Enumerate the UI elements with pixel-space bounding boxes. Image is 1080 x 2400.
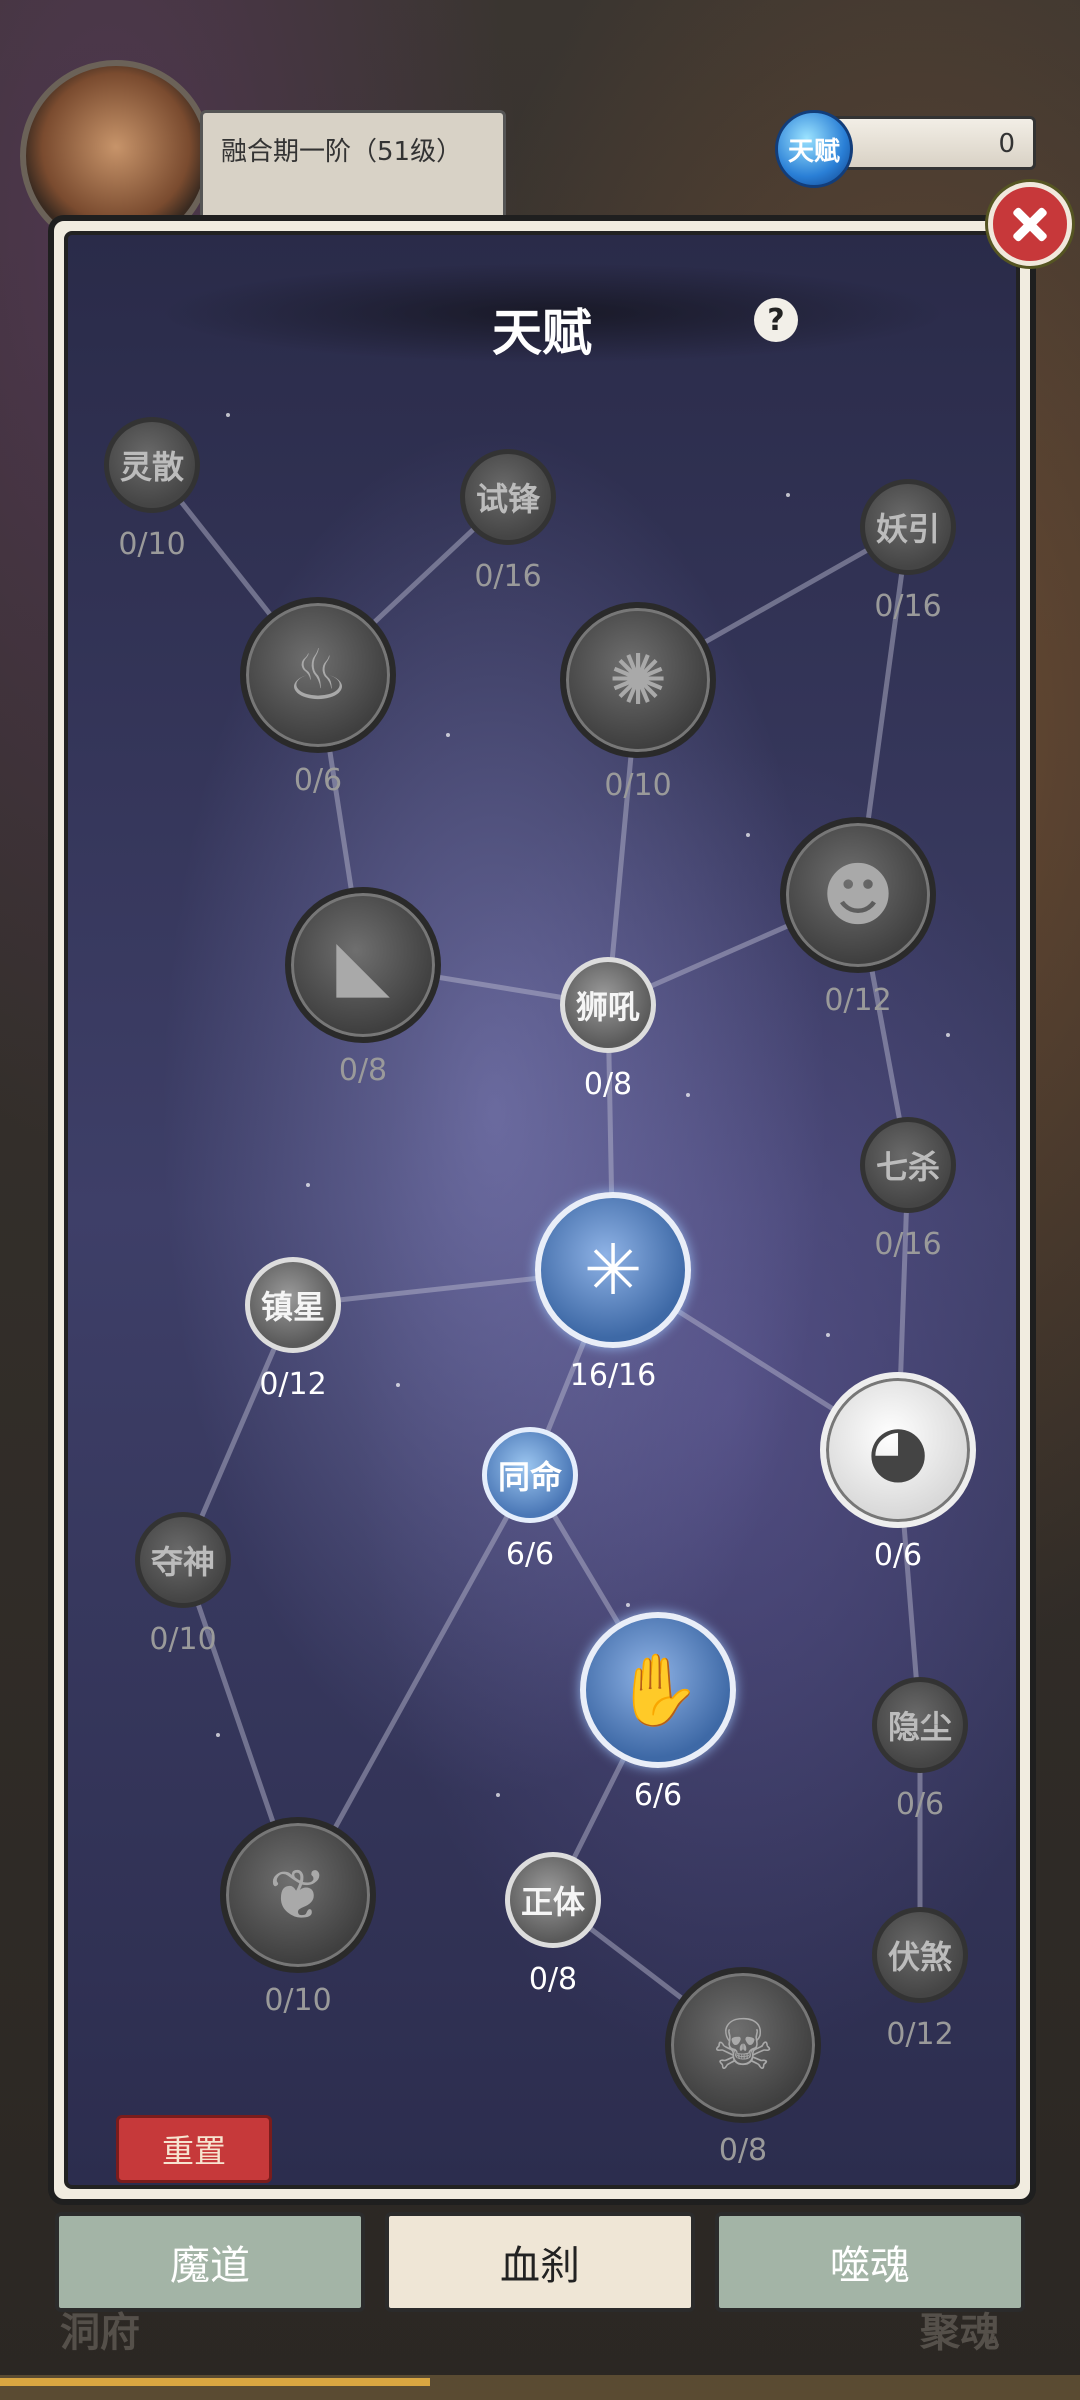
- talent-node-duoshen[interactable]: 夺神: [135, 1512, 231, 1608]
- level-text: 融合期一阶（51级）: [221, 137, 463, 167]
- talent-count-shifeng: 0/16: [474, 559, 542, 594]
- talent-node-zhengti[interactable]: 正体: [505, 1852, 601, 1948]
- shell-icon: ❦: [268, 1854, 328, 1936]
- talent-count-zhengti: 0/8: [528, 1962, 578, 1997]
- reset-button[interactable]: 重置: [116, 2115, 272, 2183]
- talent-count-yinchen: 0/6: [895, 1787, 945, 1822]
- talent-node-qisha[interactable]: 七杀: [860, 1117, 956, 1213]
- tab-xuesha[interactable]: 血刹: [385, 2212, 695, 2312]
- help-button[interactable]: ?: [754, 298, 798, 342]
- talent-count-yaoyin: 0/16: [874, 589, 942, 624]
- level-panel: 融合期一阶（51级）: [200, 110, 506, 226]
- talent-count-shell: 0/10: [264, 1983, 332, 2018]
- talent-count-duoshen: 0/10: [149, 1622, 217, 1657]
- talent-node-moon[interactable]: ◕: [820, 1372, 976, 1528]
- talent-modal: 天赋 ? 灵散 0/10 试锋 0/16 妖引 0/16 ♨ 0/6 ✺ 0/1…: [48, 215, 1036, 2205]
- talent-node-tongming[interactable]: 同命: [482, 1427, 578, 1523]
- talent-node-skull[interactable]: ☠: [665, 1967, 821, 2123]
- currency-value: 0: [998, 129, 1015, 159]
- talent-node-fuzha[interactable]: 伏煞: [872, 1907, 968, 2003]
- talent-count-burst: 0/10: [604, 768, 672, 803]
- talent-count-qisha: 0/16: [874, 1227, 942, 1262]
- talent-count-tongming: 6/6: [505, 1537, 555, 1572]
- talent-node-shihou[interactable]: 狮吼: [560, 957, 656, 1053]
- flame-icon: ♨: [286, 634, 350, 716]
- fang-icon: ◣: [336, 924, 390, 1006]
- talent-node-yinchen[interactable]: 隐尘: [872, 1677, 968, 1773]
- close-icon[interactable]: [988, 182, 1072, 266]
- talent-node-flame[interactable]: ♨: [240, 597, 396, 753]
- tab-shihun[interactable]: 噬魂: [715, 2212, 1025, 2312]
- talent-node-yaoyin[interactable]: 妖引: [860, 479, 956, 575]
- modal-title: 天赋: [492, 304, 592, 362]
- talent-count-flame: 0/6: [293, 763, 343, 798]
- talent-count-shihou: 0/8: [583, 1067, 633, 1102]
- talent-node-grin[interactable]: ☻: [780, 817, 936, 973]
- talent-count-skull: 0/8: [718, 2133, 768, 2168]
- talent-count-zhenxing: 0/12: [259, 1367, 327, 1402]
- talent-node-lingsan[interactable]: 灵散: [104, 417, 200, 513]
- experience-bar-fill: [0, 2378, 430, 2386]
- moon-icon: ◕: [867, 1409, 929, 1491]
- talent-node-hand[interactable]: ✋: [580, 1612, 736, 1768]
- talent-count-fuzha: 0/12: [886, 2017, 954, 2052]
- talent-node-shifeng[interactable]: 试锋: [460, 449, 556, 545]
- talent-count-moon: 0/6: [873, 1538, 923, 1573]
- talent-currency: 0 天赋: [775, 110, 1045, 188]
- talent-count-lingsan: 0/10: [118, 527, 186, 562]
- talent-node-shell[interactable]: ❦: [220, 1817, 376, 1973]
- bottom-label-dongfu[interactable]: 洞府: [60, 2300, 140, 2358]
- talent-count-hand: 6/6: [633, 1778, 683, 1813]
- talent-orb-icon: 天赋: [775, 110, 853, 188]
- grin-face-icon: ☻: [821, 854, 895, 936]
- skull-icon: ☠: [711, 2004, 775, 2086]
- spider-icon: ✳: [583, 1229, 643, 1311]
- bottom-label-juhun[interactable]: 聚魂: [920, 2300, 1000, 2358]
- tab-modao[interactable]: 魔道: [55, 2212, 365, 2312]
- talent-node-fang[interactable]: ◣: [285, 887, 441, 1043]
- talent-node-burst[interactable]: ✺: [560, 602, 716, 758]
- talent-node-spider[interactable]: ✳: [535, 1192, 691, 1348]
- talent-count-spider: 16/16: [569, 1358, 657, 1393]
- talent-node-zhenxing[interactable]: 镇星: [245, 1257, 341, 1353]
- talent-count-grin: 0/12: [824, 983, 892, 1018]
- talent-count-fang: 0/8: [338, 1053, 388, 1088]
- talent-tree-panel: 天赋 ? 灵散 0/10 试锋 0/16 妖引 0/16 ♨ 0/6 ✺ 0/1…: [64, 231, 1020, 2189]
- grave-hand-icon: ✋: [614, 1649, 702, 1731]
- burst-icon: ✺: [608, 639, 668, 721]
